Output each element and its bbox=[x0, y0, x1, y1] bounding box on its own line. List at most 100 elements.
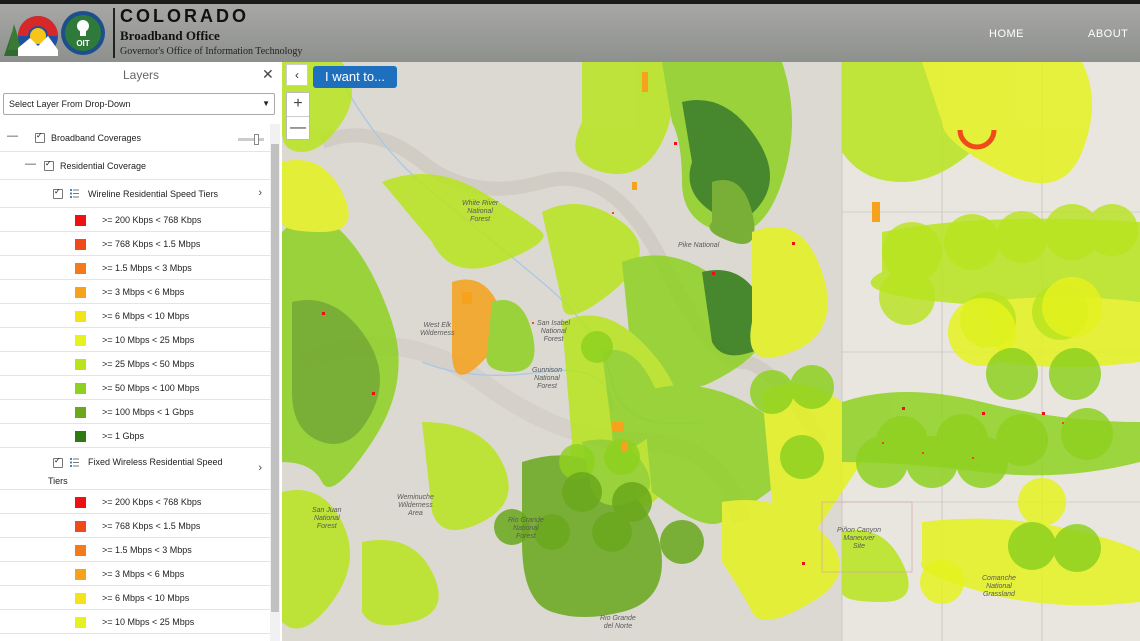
legend-tier-label: >= 10 Mbps < 25 Mbps bbox=[102, 335, 195, 345]
fixed-wireless-legend-list: >= 200 Kbps < 768 Kbps >= 768 Kbps < 1.5 … bbox=[0, 490, 270, 634]
legend-swatch bbox=[75, 239, 86, 250]
checkbox-broadband[interactable] bbox=[35, 131, 45, 143]
map-label-san-isabel: San Isabel National Forest bbox=[537, 320, 571, 343]
legend-swatch bbox=[75, 431, 86, 442]
tree-label-wireline: Wireline Residential Speed Tiers bbox=[88, 189, 219, 199]
wireline-tier-row: >= 25 Mbps < 50 Mbps bbox=[0, 352, 270, 376]
nav-about-link[interactable]: ABOUT bbox=[1088, 28, 1128, 40]
chevron-right-icon[interactable]: › bbox=[258, 462, 262, 474]
org-tagline: Governor's Office of Information Technol… bbox=[120, 46, 303, 57]
panel-title: Layers bbox=[122, 68, 160, 82]
tree-label-broadband: Broadband Coverages bbox=[51, 133, 142, 143]
map-label-weminuche: Weminuche Wilderness Area bbox=[397, 494, 434, 517]
layer-select-value: Select Layer From Drop-Down bbox=[9, 99, 131, 109]
legend-list-icon bbox=[70, 458, 79, 467]
fixed-wireless-tier-row: >= 768 Kbps < 1.5 Mbps bbox=[0, 514, 270, 538]
tree-row-wireline[interactable]: Wireline Residential Speed Tiers › bbox=[0, 180, 270, 208]
fixed-wireless-tier-row: >= 200 Kbps < 768 Kbps bbox=[0, 490, 270, 514]
wireline-tier-row: >= 10 Mbps < 25 Mbps bbox=[0, 328, 270, 352]
checkbox-residential[interactable] bbox=[44, 159, 54, 171]
legend-swatch bbox=[75, 593, 86, 604]
legend-tier-label: >= 200 Kbps < 768 Kbps bbox=[102, 215, 202, 225]
legend-tier-label: >= 100 Mbps < 1 Gbps bbox=[102, 407, 194, 417]
collapse-icon[interactable]: — bbox=[7, 130, 18, 142]
map-label-white-river: White River National Forest bbox=[462, 200, 499, 223]
wireline-tier-row: >= 1.5 Mbps < 3 Mbps bbox=[0, 256, 270, 280]
legend-swatch bbox=[75, 407, 86, 418]
fixed-wireless-tier-row: >= 10 Mbps < 25 Mbps bbox=[0, 610, 270, 634]
legend-list-icon bbox=[70, 189, 79, 198]
legend-tier-label: >= 6 Mbps < 10 Mbps bbox=[102, 311, 190, 321]
i-want-to-button[interactable]: I want to... bbox=[313, 66, 397, 88]
wireline-tier-row: >= 6 Mbps < 10 Mbps bbox=[0, 304, 270, 328]
legend-swatch bbox=[75, 335, 86, 346]
legend-tier-label: >= 3 Mbps < 6 Mbps bbox=[102, 287, 185, 297]
legend-swatch bbox=[75, 521, 86, 532]
legend-tier-label: >= 25 Mbps < 50 Mbps bbox=[102, 359, 195, 369]
zoom-out-button[interactable]: — bbox=[287, 117, 309, 140]
fixed-wireless-tier-row: >= 6 Mbps < 10 Mbps bbox=[0, 586, 270, 610]
legend-swatch bbox=[75, 617, 86, 628]
tree-row-fixed-wireless[interactable]: Fixed Wireless Residential Speed Tiers › bbox=[0, 448, 270, 490]
org-title: COLORADO bbox=[120, 6, 249, 26]
legend-tier-label: >= 1.5 Mbps < 3 Mbps bbox=[102, 263, 192, 273]
legend-tier-label: >= 1.5 Mbps < 3 Mbps bbox=[102, 545, 192, 555]
legend-swatch bbox=[75, 497, 86, 508]
legend-swatch bbox=[75, 287, 86, 298]
map-label-comanche: Comanche National Grassland bbox=[982, 575, 1016, 598]
map-view[interactable]: White River National Forest Pike National … bbox=[282, 62, 1140, 641]
header-divider bbox=[113, 8, 115, 58]
checkbox-fixed-wireless[interactable] bbox=[53, 456, 63, 468]
collapse-panel-button[interactable]: ‹ bbox=[286, 64, 308, 86]
wireline-tier-row: >= 1 Gbps bbox=[0, 424, 270, 448]
map-label-gunnison: Gunnison National Forest bbox=[532, 367, 562, 390]
map-label-pinon: Piñon Canyon Maneuver Site bbox=[837, 527, 881, 550]
nav-home-link[interactable]: HOME bbox=[989, 28, 1024, 40]
panel-scrollbar[interactable] bbox=[270, 124, 280, 641]
wireline-tier-row: >= 768 Kbps < 1.5 Mbps bbox=[0, 232, 270, 256]
legend-tier-label: >= 768 Kbps < 1.5 Mbps bbox=[102, 239, 201, 249]
opacity-slider-handle[interactable] bbox=[254, 134, 259, 145]
layers-panel: Layers ✕ Select Layer From Drop-Down ▼ —… bbox=[0, 62, 283, 641]
checkbox-wireline[interactable] bbox=[53, 187, 63, 199]
tree-label-fixed-wireless-cont: Tiers bbox=[48, 476, 68, 486]
legend-swatch bbox=[75, 215, 86, 226]
legend-tier-label: >= 200 Kbps < 768 Kbps bbox=[102, 497, 202, 507]
map-label-west-elk: West Elk Wilderness bbox=[420, 322, 455, 337]
close-icon[interactable]: ✕ bbox=[262, 66, 274, 83]
fixed-wireless-tier-row: >= 3 Mbps < 6 Mbps bbox=[0, 562, 270, 586]
legend-swatch bbox=[75, 263, 86, 274]
legend-tier-label: >= 768 Kbps < 1.5 Mbps bbox=[102, 521, 201, 531]
legend-swatch bbox=[75, 359, 86, 370]
map-canvas[interactable] bbox=[282, 62, 1140, 641]
legend-tier-label: >= 3 Mbps < 6 Mbps bbox=[102, 569, 185, 579]
legend-swatch bbox=[75, 545, 86, 556]
tree-label-residential: Residential Coverage bbox=[60, 161, 147, 171]
map-label-pike: Pike National bbox=[678, 242, 720, 249]
app-header: OIT COLORADO Broadband Office Governor's… bbox=[0, 0, 1140, 62]
wireline-legend-list: >= 200 Kbps < 768 Kbps >= 768 Kbps < 1.5 … bbox=[0, 208, 270, 448]
layer-select-dropdown[interactable]: Select Layer From Drop-Down ▼ bbox=[3, 93, 275, 115]
tree-row-residential: — Residential Coverage bbox=[0, 152, 270, 180]
scrollbar-thumb[interactable] bbox=[271, 144, 279, 612]
caret-down-icon: ▼ bbox=[262, 99, 270, 108]
legend-tier-label: >= 50 Mbps < 100 Mbps bbox=[102, 383, 200, 393]
collapse-icon[interactable]: — bbox=[25, 158, 36, 170]
zoom-in-button[interactable]: + bbox=[287, 93, 309, 117]
legend-swatch bbox=[75, 311, 86, 322]
tree-label-fixed-wireless: Fixed Wireless Residential Speed bbox=[88, 457, 223, 467]
colorado-logo-icon bbox=[4, 16, 58, 56]
opacity-slider-track[interactable] bbox=[238, 138, 264, 141]
chevron-right-icon[interactable]: › bbox=[258, 187, 262, 199]
org-subtitle: Broadband Office bbox=[120, 28, 220, 43]
layer-tree: — Broadband Coverages — Residential Cove… bbox=[0, 124, 270, 634]
wireline-tier-row: >= 3 Mbps < 6 Mbps bbox=[0, 280, 270, 304]
zoom-control: + — bbox=[286, 92, 310, 140]
wireline-tier-row: >= 50 Mbps < 100 Mbps bbox=[0, 376, 270, 400]
fixed-wireless-tier-row: >= 1.5 Mbps < 3 Mbps bbox=[0, 538, 270, 562]
legend-swatch bbox=[75, 569, 86, 580]
map-label-san-juan: San Juan National Forest bbox=[312, 507, 342, 530]
chevron-left-icon: ‹ bbox=[295, 68, 299, 82]
tree-row-broadband: — Broadband Coverages bbox=[0, 124, 270, 152]
wireline-tier-row: >= 100 Mbps < 1 Gbps bbox=[0, 400, 270, 424]
